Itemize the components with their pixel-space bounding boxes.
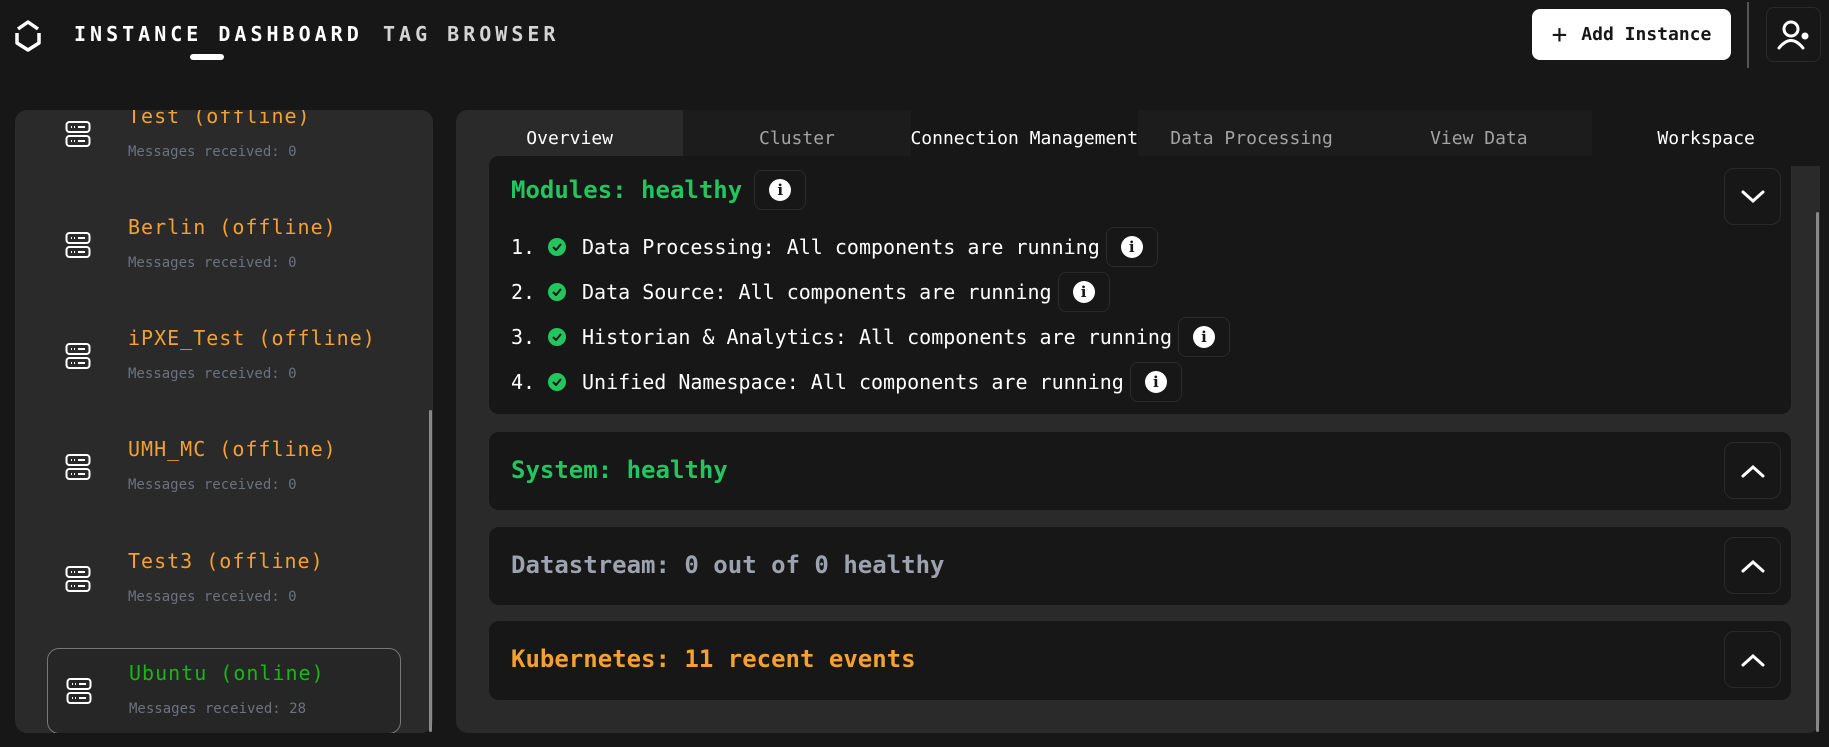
server-icon (65, 232, 91, 258)
module-status-text: Historian & Analytics: All components ar… (582, 324, 1173, 349)
overview-content: Modules: healthy i 1. Data Processing: A… (456, 156, 1820, 733)
module-number: 4. (511, 369, 536, 394)
module-info-button[interactable]: i (1105, 226, 1158, 267)
server-icon (65, 343, 91, 369)
instance-messages: Messages received: 28 (129, 701, 307, 717)
chevron-up-icon (1741, 559, 1764, 572)
kubernetes-title: Kubernetes: 11 recent events (511, 645, 916, 673)
module-info-button[interactable]: i (1178, 316, 1231, 357)
tab-label: Workspace (1657, 127, 1755, 149)
tab-label: Data Processing (1170, 127, 1333, 149)
instance-name: Berlin (offline) (128, 215, 337, 239)
module-item: 1. Data Processing: All components are r… (511, 224, 1230, 269)
server-icon (65, 566, 91, 592)
chevron-up-icon (1741, 464, 1764, 477)
plus-icon: + (1551, 19, 1568, 50)
instance-messages: Messages received: 0 (128, 589, 297, 605)
module-status-text: Unified Namespace: All components are ru… (582, 369, 1124, 394)
server-icon (66, 678, 92, 704)
top-navigation: INSTANCE DASHBOARD TAG BROWSER + Add Ins… (0, 0, 1829, 72)
module-item: 2. Data Source: All components are runni… (511, 269, 1230, 314)
user-settings-button[interactable] (1766, 7, 1821, 62)
instance-item[interactable]: Test3 (offline) Messages received: 0 (47, 537, 401, 623)
instance-item[interactable]: UMH_MC (offline) Messages received: 0 (47, 425, 401, 511)
server-icon (65, 454, 91, 480)
user-settings-icon (1777, 20, 1808, 49)
datastream-card[interactable]: Datastream: 0 out of 0 healthy (489, 527, 1791, 605)
modules-card: Modules: healthy i 1. Data Processing: A… (489, 156, 1791, 414)
instance-item[interactable]: Berlin (offline) Messages received: 0 (47, 203, 401, 289)
datastream-expand-button[interactable] (1724, 537, 1781, 594)
check-circle-icon (548, 372, 566, 391)
hexagon-logo-icon[interactable] (13, 17, 43, 53)
instance-name: Ubuntu (online) (129, 661, 325, 685)
check-circle-icon (548, 282, 566, 301)
info-icon: i (1193, 325, 1216, 348)
add-instance-label: Add Instance (1581, 24, 1712, 45)
main-scrollbar[interactable] (1816, 212, 1819, 732)
tab-label: Cluster (759, 127, 835, 149)
info-icon: i (1120, 235, 1143, 258)
check-circle-icon (548, 327, 566, 346)
nav-active-indicator (190, 54, 224, 60)
modules-collapse-button[interactable] (1724, 168, 1781, 225)
info-icon: i (769, 179, 792, 201)
module-number: 3. (511, 324, 536, 349)
modules-info-button[interactable]: i (754, 170, 807, 210)
tab-label: View Data (1430, 127, 1528, 149)
add-instance-button[interactable]: + Add Instance (1532, 9, 1731, 60)
nav-instance-dashboard[interactable]: INSTANCE DASHBOARD (74, 22, 363, 46)
instance-messages: Messages received: 0 (128, 144, 297, 160)
instance-messages: Messages received: 0 (128, 477, 297, 493)
instance-name: iPXE_Test (offline) (128, 326, 376, 350)
datastream-title: Datastream: 0 out of 0 healthy (511, 551, 945, 579)
system-card[interactable]: System: healthy (489, 432, 1791, 510)
nav-tag-browser[interactable]: TAG BROWSER (383, 22, 559, 46)
instance-sidebar: Test (offline) Messages received: 0 Berl… (15, 110, 433, 733)
module-status-text: Data Processing: All components are runn… (582, 234, 1100, 259)
instance-name: Test (offline) (128, 110, 311, 128)
modules-title: Modules: healthy (511, 176, 743, 204)
check-circle-icon (548, 237, 566, 256)
system-expand-button[interactable] (1724, 442, 1781, 499)
kubernetes-expand-button[interactable] (1724, 631, 1781, 688)
chevron-up-icon (1741, 653, 1764, 666)
instance-messages: Messages received: 0 (128, 366, 297, 382)
module-number: 2. (511, 279, 536, 304)
info-icon: i (1072, 280, 1095, 303)
main-panel: Overview Cluster Connection Management D… (456, 110, 1820, 733)
server-icon (65, 121, 91, 147)
kubernetes-card[interactable]: Kubernetes: 11 recent events (489, 621, 1791, 700)
chevron-down-icon (1741, 190, 1764, 203)
module-status-text: Data Source: All components are running (582, 279, 1052, 304)
module-list: 1. Data Processing: All components are r… (511, 224, 1231, 404)
instance-name: UMH_MC (offline) (128, 437, 337, 461)
sidebar-scrollbar[interactable] (429, 410, 432, 732)
info-icon: i (1144, 370, 1167, 393)
instance-messages: Messages received: 0 (128, 255, 297, 271)
module-info-button[interactable]: i (1129, 361, 1182, 402)
system-title: System: healthy (511, 456, 728, 484)
instance-item[interactable]: Test (offline) Messages received: 0 (47, 110, 401, 178)
instance-item-selected[interactable]: Ubuntu (online) Messages received: 28 (47, 648, 401, 733)
divider (1747, 2, 1749, 68)
module-number: 1. (511, 234, 536, 259)
tab-label: Overview (526, 127, 613, 149)
instance-name: Test3 (offline) (128, 549, 324, 573)
module-item: 3. Historian & Analytics: All components… (511, 314, 1231, 359)
instance-item[interactable]: iPXE_Test (offline) Messages received: 0 (47, 314, 401, 400)
tab-label: Connection Management (910, 127, 1139, 149)
module-item: 4. Unified Namespace: All components are… (511, 359, 1230, 404)
module-info-button[interactable]: i (1057, 271, 1110, 312)
